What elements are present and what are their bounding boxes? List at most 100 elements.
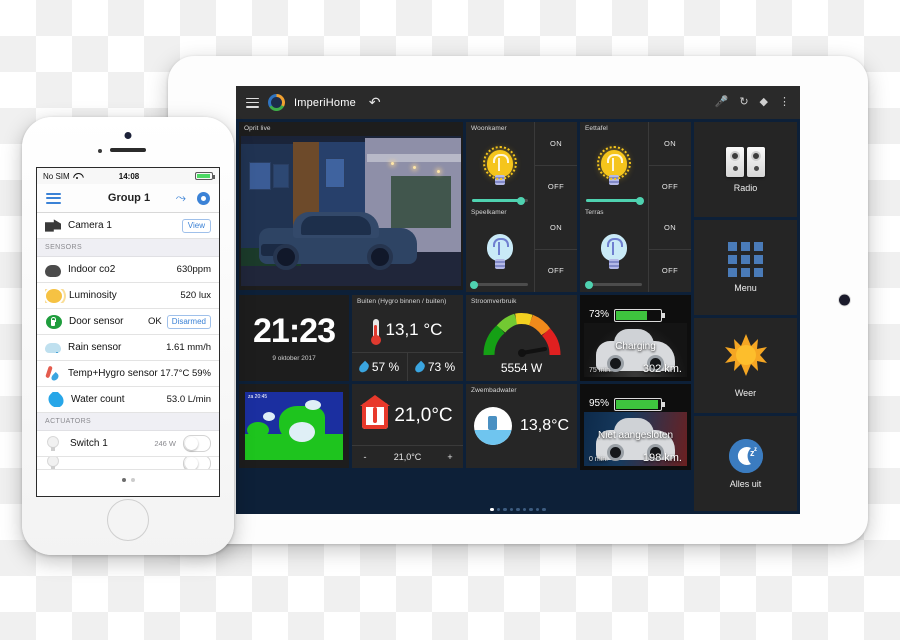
list-item-value: 53.0 L/min (166, 394, 211, 405)
page-indicator[interactable] (236, 507, 800, 511)
tile-weather-radar[interactable]: za 20:45 (239, 384, 349, 468)
home-button[interactable] (107, 499, 149, 541)
dimmer-slider[interactable] (472, 196, 528, 205)
tile-clock: 21:23 9 oktober 2017 (239, 295, 349, 381)
dashboard-grid: Oprit live Woonkamer ON OFF Eettafel ON … (239, 122, 691, 511)
tile-light-eettafel[interactable]: Eettafel ON OFF (580, 122, 691, 208)
list-item-water-count[interactable]: Water count 53.0 L/min (37, 387, 219, 413)
tile-light-woonkamer[interactable]: Woonkamer ON OFF (466, 122, 577, 208)
sidebar-item-all-off[interactable]: z z Alles uit (694, 416, 797, 511)
switch-toggle[interactable] (183, 457, 211, 469)
share-icon[interactable]: ⤳ (176, 190, 186, 206)
sidebar-item-menu[interactable]: Menu (694, 220, 797, 315)
list-item-value: 520 lux (180, 290, 211, 301)
sidebar-item-label: Radio (733, 182, 758, 193)
light-on-button[interactable]: ON (649, 206, 691, 249)
tile-label: Terras (585, 209, 604, 216)
switch-toggle[interactable] (183, 435, 211, 452)
dimmer-slider[interactable] (470, 280, 528, 289)
light-on-button[interactable]: ON (649, 122, 691, 165)
tile-car-disconnected[interactable]: 95% Niet aangesloten 0 min. 198 km. (580, 384, 691, 470)
back-arrow-icon[interactable]: ↶ (369, 94, 381, 111)
thermostat-setpoint: 21,0°C (393, 452, 422, 462)
hamburger-icon[interactable] (246, 97, 259, 108)
water-drop-icon (45, 392, 67, 407)
tile-light-speelkamer[interactable]: Speelkamer ON OFF (466, 206, 577, 292)
thermostat-decrease-button[interactable]: - (352, 452, 378, 462)
list-item-temp-hygro[interactable]: Temp+Hygro sensor 17.7°C 59% (37, 361, 219, 387)
car-charge-time: 75 min. (589, 367, 612, 374)
speakers-icon (726, 146, 765, 177)
proximity-sensor (98, 149, 102, 153)
list-item-luminosity[interactable]: Luminosity 520 lux (37, 283, 219, 309)
tablet-device: ImperiHome ↶ 🎤 ↻ ◆ ⋮ Oprit live Woonkame… (168, 56, 868, 544)
microphone-icon[interactable]: 🎤 (715, 97, 729, 108)
light-on-button[interactable]: ON (535, 122, 577, 165)
status-badge[interactable]: Disarmed (166, 314, 211, 329)
list-item-camera[interactable]: Camera 1 View (37, 213, 219, 239)
list-item-value: OK (148, 316, 162, 327)
battery-icon (195, 172, 215, 180)
list-item-switch-1[interactable]: Switch 1 246 W (37, 431, 219, 457)
dashboard-sidebar: Radio Menu Weer z z Alles uit (694, 122, 797, 511)
dimmer-slider[interactable] (585, 280, 642, 289)
sidebar-item-label: Weer (734, 388, 757, 398)
thermostat-increase-button[interactable]: + (437, 452, 463, 462)
tile-thermostat[interactable]: 21,0°C - 21,0°C + (352, 384, 463, 468)
clock-date: 9 oktober 2017 (272, 355, 316, 362)
clock-time: 21:23 (253, 312, 336, 350)
pool-icon (473, 407, 512, 445)
tile-label: Eettafel (585, 125, 608, 132)
tile-label: Speelkamer (471, 209, 507, 216)
tile-outdoor-weather[interactable]: Buiten (Hygro binnen / buiten) 13,1 °C 5… (352, 295, 463, 381)
tile-pool-temperature[interactable]: Zwembadwater 13,8°C (466, 384, 577, 468)
list-item-partial[interactable] (37, 457, 219, 470)
page-indicator[interactable] (37, 470, 219, 490)
overflow-menu-icon[interactable]: ⋮ (779, 97, 790, 108)
tile-label: Stroomverbruik (471, 298, 517, 305)
list-item-indoor-co2[interactable]: Indoor co2 630ppm (37, 257, 219, 283)
status-time: 14:08 (118, 171, 140, 181)
bulb-icon (483, 146, 517, 186)
battery-icon (614, 398, 665, 411)
dashboard: Oprit live Woonkamer ON OFF Eettafel ON … (236, 119, 800, 514)
radar-timestamp: za 20:45 (248, 394, 268, 400)
tile-camera-live[interactable]: Oprit live (239, 122, 463, 290)
sidebar-item-weather[interactable]: Weer (694, 318, 797, 413)
tile-label: Woonkamer (471, 125, 507, 132)
humidity-outdoor-value: 73 % (427, 360, 456, 374)
car-battery-percent: 73% (589, 309, 610, 320)
list-item-rain-sensor[interactable]: Rain sensor 1.61 mm/h (37, 335, 219, 361)
sun-icon (46, 288, 62, 303)
bulb-icon (47, 435, 63, 452)
location-icon[interactable]: ◆ (760, 97, 768, 108)
view-button[interactable]: View (181, 218, 211, 233)
dimmer-slider[interactable] (586, 196, 644, 205)
imperihome-logo-icon (268, 94, 285, 111)
outdoor-temperature: 13,1 °C (385, 319, 443, 339)
light-off-button[interactable]: OFF (649, 164, 691, 209)
camera-icon (45, 219, 61, 232)
list-item-door-sensor[interactable]: Door sensor OK Disarmed (37, 309, 219, 335)
light-off-button[interactable]: OFF (649, 248, 691, 293)
light-off-button[interactable]: OFF (535, 164, 577, 209)
list-item-label: Switch 1 (70, 438, 108, 449)
list-item-label: Luminosity (69, 290, 117, 301)
gear-icon[interactable] (197, 191, 210, 205)
light-off-button[interactable]: OFF (535, 248, 577, 293)
humidity-indoor-value: 57 % (371, 360, 400, 374)
car-range: 302 km. (642, 363, 682, 375)
sidebar-item-radio[interactable]: Radio (694, 122, 797, 217)
light-on-button[interactable]: ON (535, 206, 577, 249)
list-item-value: 246 W (154, 439, 176, 448)
refresh-icon[interactable]: ↻ (739, 97, 748, 108)
car-status: Charging (615, 341, 656, 352)
sidebar-item-label: Menu (734, 283, 757, 293)
power-value: 5554 W (500, 361, 543, 375)
tile-power-gauge[interactable]: Stroomverbruik 5554 W (466, 295, 577, 381)
tile-light-terras[interactable]: Terras ON OFF (580, 206, 691, 292)
tile-car-charging[interactable]: 73% Charging 75 min. 302 km. (580, 295, 691, 381)
thermostat-icon (360, 395, 391, 429)
car-range: 198 km. (642, 452, 682, 464)
humidity-indoor: 57 % (352, 353, 407, 381)
